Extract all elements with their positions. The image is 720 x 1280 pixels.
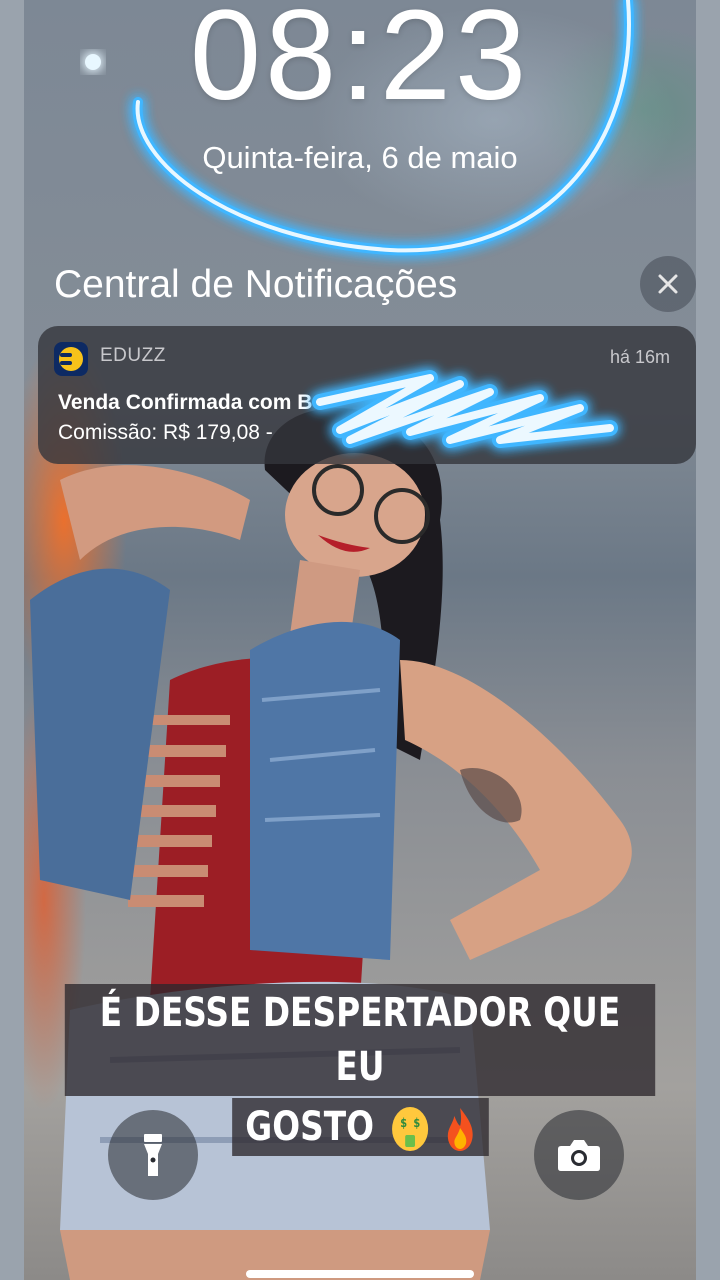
caption-line-2: GOSTO $ $ — [231, 1098, 489, 1156]
notification-time: há 16m — [609, 347, 670, 367]
svg-text:$: $ — [400, 1116, 407, 1130]
caption-line-1: É DESSE DESPERTADOR QUE EU — [64, 984, 656, 1096]
clear-notifications-button[interactable] — [640, 256, 696, 312]
eduzz-logo-icon — [54, 342, 88, 376]
story-screen: 08:23 Quinta-feira, 6 de maio Central de… — [0, 0, 720, 1280]
notification-title: Venda Confirmada com Bo — [58, 391, 326, 414]
notification-body: Comissão: R$ 179,08 - — [58, 421, 273, 444]
svg-text:$: $ — [413, 1116, 420, 1130]
home-indicator[interactable] — [246, 1270, 474, 1278]
fire-icon — [444, 1106, 475, 1152]
notification-card[interactable]: EDUZZ há 16m Venda Confirmada com Bo Com… — [38, 326, 696, 464]
lock-time: 08:23 — [189, 0, 531, 127]
caption-line-2-text: GOSTO — [244, 1104, 374, 1150]
lock-date: Quinta-feira, 6 de maio — [202, 140, 518, 175]
camera-icon — [558, 1140, 600, 1171]
camera-button[interactable] — [534, 1110, 624, 1200]
flashlight-button[interactable] — [108, 1110, 198, 1200]
notification-center-title: Central de Notificações — [54, 263, 458, 306]
close-icon — [658, 274, 678, 294]
money-mouth-face-icon: $ $ — [391, 1107, 428, 1151]
notification-app-name: EDUZZ — [100, 345, 166, 366]
flashlight-icon — [144, 1134, 162, 1176]
